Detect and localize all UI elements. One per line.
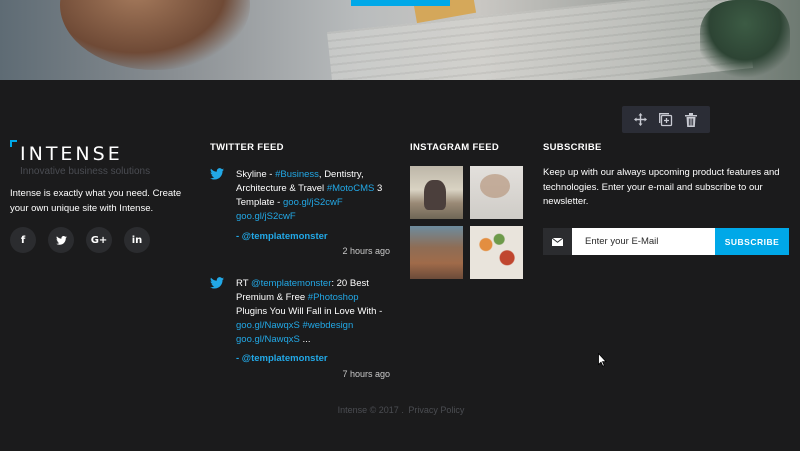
tweet-timestamp: 7 hours ago <box>342 369 390 379</box>
tweet-item: RT @templatemonster: 20 Best Premium & F… <box>210 277 390 382</box>
tweet-author-link[interactable]: - @templatemonster <box>236 231 328 242</box>
tweet-text: Skyline - #Business, Dentistry, Architec… <box>236 168 391 224</box>
twitter-bird-icon <box>210 277 224 289</box>
logo-corner-mark <box>10 140 17 147</box>
instagram-photo[interactable] <box>410 226 463 279</box>
hashtag-link[interactable]: #Photoshop <box>308 292 359 303</box>
social-links: f G+ in <box>10 227 150 253</box>
email-field[interactable] <box>572 228 715 255</box>
privacy-policy-link[interactable]: Privacy Policy <box>408 405 464 415</box>
subscribe-form: SUBSCRIBE <box>543 228 789 255</box>
block-editor-toolbar <box>622 106 710 133</box>
site-footer <box>0 80 800 451</box>
hashtag-link[interactable]: #webdesign <box>303 320 354 331</box>
google-plus-icon[interactable]: G+ <box>86 227 112 253</box>
instagram-photo[interactable] <box>410 166 463 219</box>
subscribe-title: SUBSCRIBE <box>543 142 602 153</box>
tweet-author-link[interactable]: - @templatemonster <box>236 353 328 364</box>
instagram-feed-title: INSTAGRAM FEED <box>410 142 499 153</box>
twitter-feed-title: TWITTER FEED <box>210 142 284 153</box>
subscribe-button[interactable]: SUBSCRIBE <box>715 228 789 255</box>
mouse-cursor-icon <box>598 353 607 367</box>
hero-cta-button[interactable] <box>351 0 450 6</box>
copyright-text: Intense © 2017 . <box>337 405 404 415</box>
site-logo[interactable]: INTENSE <box>20 145 123 164</box>
instagram-grid <box>410 166 523 279</box>
subscribe-description: Keep up with our always upcoming product… <box>543 167 780 207</box>
tweet-text-part: ... <box>299 334 311 345</box>
instagram-photo[interactable] <box>470 226 523 279</box>
mention-link[interactable]: @templatemonster <box>251 278 331 289</box>
site-tagline: Innovative business solutions <box>20 166 151 177</box>
instagram-photo[interactable] <box>470 166 523 219</box>
tweet-item: Skyline - #Business, Dentistry, Architec… <box>210 168 390 260</box>
move-icon[interactable] <box>633 112 649 128</box>
short-link[interactable]: goo.gl/jS2cwF <box>236 211 296 222</box>
tweet-text-part: RT <box>236 278 251 289</box>
tweet-text-part: Plugins You Will Fall in Love With - <box>236 306 383 317</box>
twitter-bird-icon <box>210 168 224 180</box>
add-block-icon[interactable] <box>658 112 674 128</box>
trash-icon[interactable] <box>683 112 699 128</box>
short-link[interactable]: goo.gl/jS2cwF <box>283 197 343 208</box>
short-link[interactable]: goo.gl/NawqxS <box>236 334 300 345</box>
tweet-text: RT @templatemonster: 20 Best Premium & F… <box>236 277 391 347</box>
copyright-bar: Intense © 2017 . Privacy Policy <box>0 405 800 415</box>
hashtag-link[interactable]: #Business <box>275 169 319 180</box>
twitter-icon[interactable] <box>48 227 74 253</box>
short-link[interactable]: goo.gl/NawqxS <box>236 320 300 331</box>
facebook-icon[interactable]: f <box>10 227 36 253</box>
hashtag-link[interactable]: #MotoCMS <box>327 183 375 194</box>
about-text: Intense is exactly what you need. Create… <box>10 188 182 214</box>
tweet-text-part: Skyline - <box>236 169 276 180</box>
linkedin-icon[interactable]: in <box>124 227 150 253</box>
envelope-icon <box>543 228 572 255</box>
tweet-timestamp: 2 hours ago <box>342 246 390 256</box>
hero-image <box>0 0 800 80</box>
